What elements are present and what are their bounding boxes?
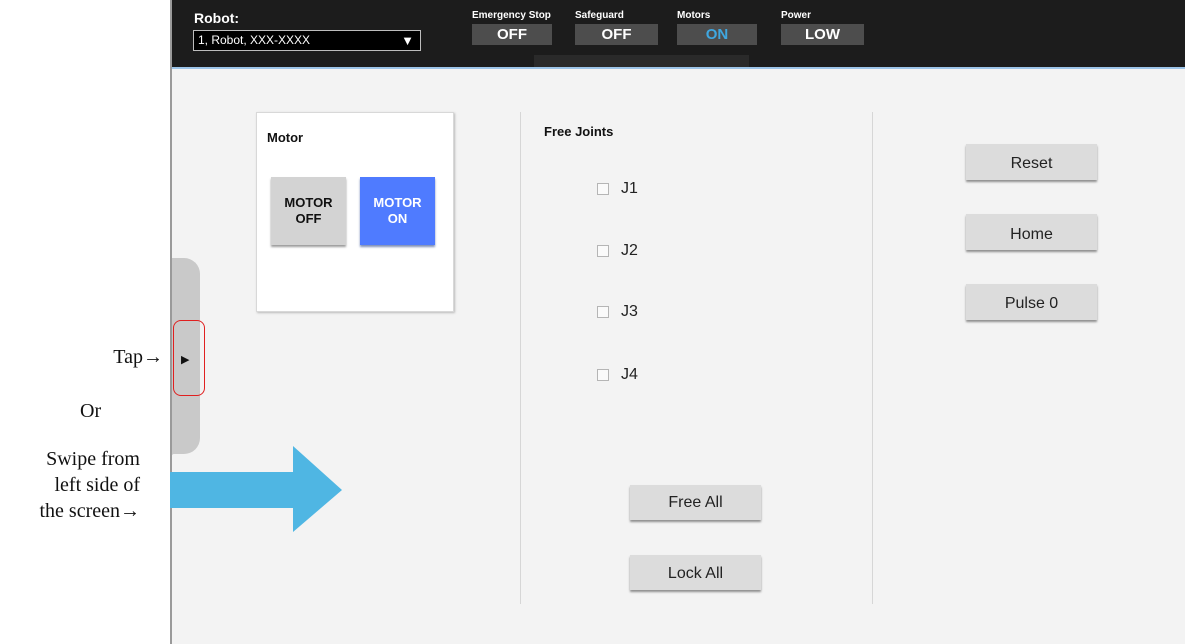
emergency-stop-value: OFF bbox=[472, 24, 552, 45]
swipe-caption-line3: the screen→ bbox=[39, 500, 140, 522]
robot-select[interactable]: 1, Robot, XXX-XXXX ▼ bbox=[193, 30, 421, 51]
free-all-button[interactable]: Free All bbox=[630, 485, 761, 520]
or-caption: Or bbox=[80, 400, 102, 422]
checkbox-icon bbox=[597, 245, 609, 257]
pulse-0-button[interactable]: Pulse 0 bbox=[966, 284, 1097, 320]
power-label: Power bbox=[781, 10, 812, 21]
tap-caption: Tap→ bbox=[113, 346, 163, 368]
swipe-caption-line2: left side of bbox=[54, 474, 140, 496]
power-value: LOW bbox=[781, 24, 864, 45]
motors-label: Motors bbox=[677, 10, 711, 21]
status-bar: Robot: 1, Robot, XXX-XXXX ▼ Emergency St… bbox=[172, 0, 1185, 69]
dropdown-triangle-icon: ▼ bbox=[401, 33, 414, 48]
motors-value: ON bbox=[677, 24, 757, 45]
column-divider-right bbox=[872, 112, 873, 604]
robot-select-value: 1, Robot, XXX-XXXX bbox=[198, 33, 311, 47]
safeguard-status: Safeguard OFF bbox=[575, 10, 658, 45]
home-button[interactable]: Home bbox=[966, 214, 1097, 250]
reset-button[interactable]: Reset bbox=[966, 144, 1097, 180]
joint-j2-checkbox[interactable]: J2 bbox=[597, 242, 638, 260]
joint-j1-checkbox[interactable]: J1 bbox=[597, 180, 638, 198]
swipe-caption: Swipe from left side of the screen→ bbox=[39, 446, 140, 524]
swipe-right-arrow-icon bbox=[170, 446, 342, 532]
joint-j3-checkbox[interactable]: J3 bbox=[597, 303, 638, 321]
safeguard-value: OFF bbox=[575, 24, 658, 45]
power-status: Power LOW bbox=[781, 10, 864, 45]
joint-label: J1 bbox=[621, 180, 638, 197]
motor-off-button[interactable]: MOTOR OFF bbox=[271, 177, 346, 245]
motors-status: Motors ON bbox=[677, 10, 757, 45]
tap-highlight-ring bbox=[173, 320, 205, 396]
free-joints-title: Free Joints bbox=[544, 124, 614, 139]
robot-label: Robot: bbox=[194, 10, 240, 26]
status-bar-strip bbox=[534, 55, 749, 67]
emergency-stop-label: Emergency Stop bbox=[472, 10, 551, 21]
joint-label: J4 bbox=[621, 366, 638, 383]
robot-app: Robot: 1, Robot, XXX-XXXX ▼ Emergency St… bbox=[172, 0, 1185, 644]
checkbox-icon bbox=[597, 183, 609, 195]
motor-on-button[interactable]: MOTOR ON bbox=[360, 177, 435, 245]
lock-all-button[interactable]: Lock All bbox=[630, 555, 761, 590]
joint-label: J3 bbox=[621, 303, 638, 320]
joint-label: J2 bbox=[621, 242, 638, 259]
joint-j4-checkbox[interactable]: J4 bbox=[597, 366, 638, 384]
checkbox-icon bbox=[597, 369, 609, 381]
swipe-caption-line1: Swipe from bbox=[46, 448, 140, 470]
column-divider-left bbox=[520, 112, 521, 604]
motor-panel-title: Motor bbox=[267, 130, 304, 145]
motor-panel: Motor MOTOR OFF MOTOR ON bbox=[256, 112, 454, 312]
checkbox-icon bbox=[597, 306, 609, 318]
emergency-stop-status: Emergency Stop OFF bbox=[472, 10, 552, 45]
safeguard-label: Safeguard bbox=[575, 10, 624, 21]
